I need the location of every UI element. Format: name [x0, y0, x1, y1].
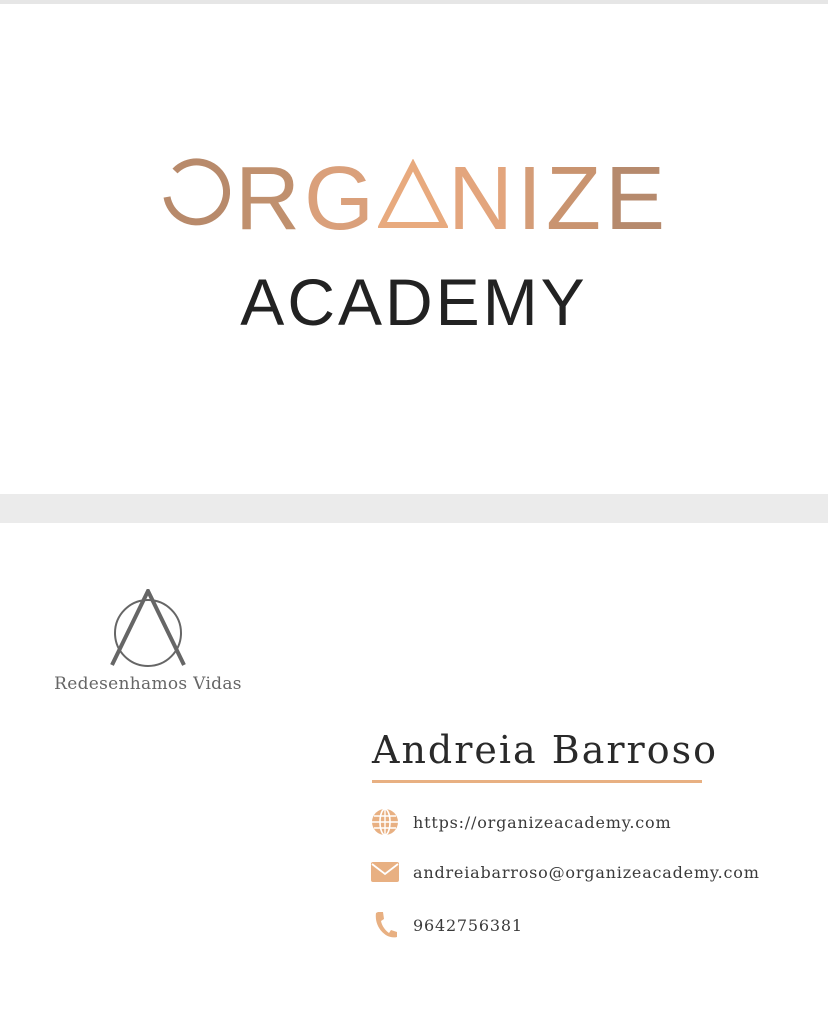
envelope-icon: [370, 857, 400, 887]
logo-letter-o: [159, 154, 235, 244]
logo-letter-a: [377, 154, 449, 244]
person-name: Andreia Barroso: [372, 728, 718, 772]
logo-letter-z: Z: [546, 149, 605, 249]
card-front: R G N I Z E ACADEMY: [0, 4, 828, 494]
contact-email[interactable]: andreiabarroso@organizeacademy.com: [370, 857, 760, 887]
card-back: Redesenhamos Vidas Andreia Barroso https…: [0, 523, 828, 1012]
logo-triangle-a: [377, 158, 449, 228]
logo-academy: ACADEMY: [240, 265, 588, 339]
tagline: Redesenhamos Vidas: [54, 674, 242, 694]
name-underline: [372, 780, 702, 783]
contact-phone[interactable]: 9642756381: [370, 910, 523, 940]
logo-letter-r: R: [234, 149, 304, 249]
logo-organize: R G N I Z E: [0, 154, 828, 244]
card-separator: [0, 494, 828, 523]
monogram-a-circle-icon: [110, 589, 186, 667]
logo-o-shape: [163, 158, 231, 226]
logo-letter-n: N: [447, 149, 517, 249]
phone-number[interactable]: 9642756381: [413, 916, 523, 935]
logo-letter-i: I: [516, 149, 546, 249]
logo-letter-e: E: [604, 149, 670, 249]
phone-icon: [370, 910, 400, 940]
website-link[interactable]: https://organizeacademy.com: [413, 813, 671, 832]
email-link[interactable]: andreiabarroso@organizeacademy.com: [413, 863, 760, 882]
globe-icon: [370, 807, 400, 837]
logo-letter-g: G: [303, 149, 378, 249]
contact-website[interactable]: https://organizeacademy.com: [370, 807, 671, 837]
